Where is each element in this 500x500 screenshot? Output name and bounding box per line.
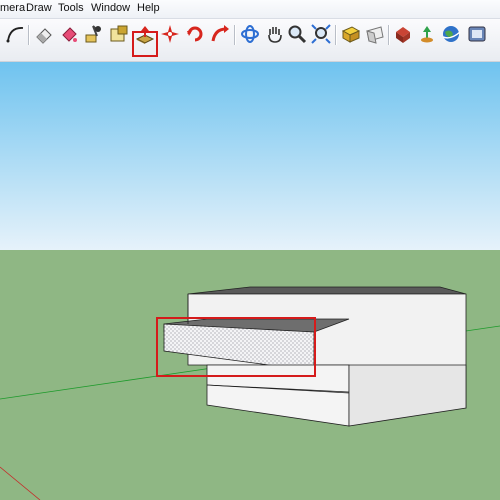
paint-bucket-icon[interactable] [58,23,80,45]
menu-draw[interactable]: Draw [26,2,52,14]
scale-icon[interactable] [108,23,130,45]
eraser-icon[interactable] [33,23,55,45]
drawing-viewport[interactable] [0,62,500,500]
zoom-extents-icon[interactable] [310,23,332,45]
place-model-icon[interactable] [416,23,438,45]
menu-help[interactable]: Help [137,2,160,14]
offset-icon[interactable] [209,23,231,45]
toolbar-separator [388,25,390,45]
get-models-icon[interactable] [392,23,414,45]
follow-me-icon[interactable] [184,23,206,45]
pan-icon[interactable] [264,23,286,45]
menu-camera[interactable]: mera [0,2,25,14]
toolbar-separator [234,25,236,45]
menu-bar: mera Draw Tools Window Help [0,0,500,19]
toolbar [0,19,500,62]
scene-canvas [0,62,500,500]
rotate-icon[interactable] [159,23,181,45]
3d-warehouse-icon[interactable] [364,23,386,45]
toolbar-separator [335,25,337,45]
sky [0,62,500,250]
move-icon[interactable] [83,23,105,45]
google-earth-icon[interactable] [440,23,462,45]
face-highlight-box [156,317,316,377]
arc-icon[interactable] [4,23,26,45]
zoom-icon[interactable] [286,23,308,45]
menu-window[interactable]: Window [91,2,130,14]
components-icon[interactable] [340,23,362,45]
toolbar-separator [28,25,30,45]
menu-tools[interactable]: Tools [58,2,84,14]
push-pull-highlight [132,31,158,57]
orbit-icon[interactable] [239,23,261,45]
share-model-icon[interactable] [466,23,488,45]
